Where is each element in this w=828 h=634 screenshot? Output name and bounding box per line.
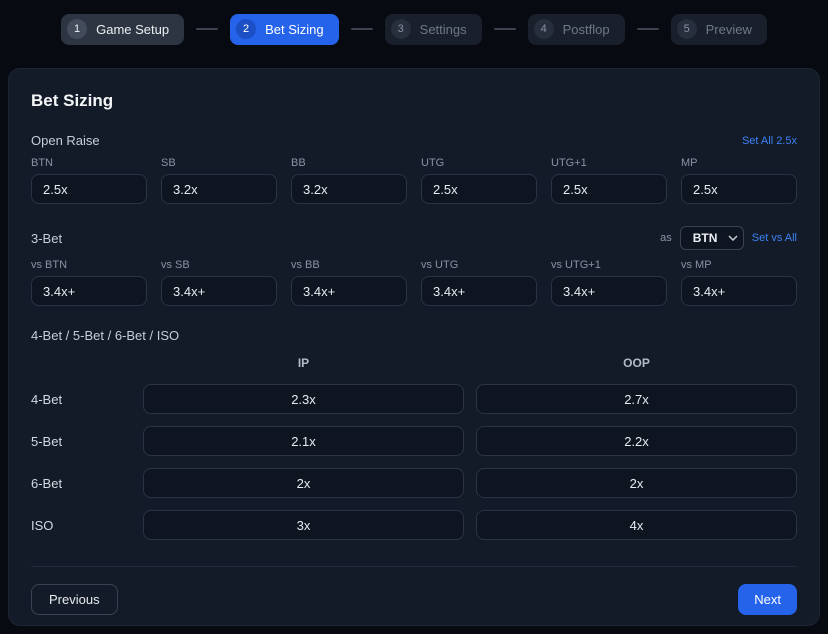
step-settings[interactable]: 3 Settings [385,14,482,45]
open-raise-bb-input[interactable] [291,174,407,204]
open-raise-mp-input[interactable] [681,174,797,204]
row-label-6bet: 6-Bet [31,476,131,491]
iso-oop-input[interactable] [476,510,797,540]
wizard-footer: Previous Next [31,584,797,615]
page-title: Bet Sizing [31,91,797,111]
field-label-utg1: UTG+1 [551,157,667,169]
field-label-vs-utg1: vs UTG+1 [551,259,667,271]
step-game-setup[interactable]: 1 Game Setup [61,14,184,45]
multi-bet-table: IP OOP 4-Bet 5-Bet 6-Bet ISO [31,356,797,540]
step-postflop[interactable]: 4 Postflop [528,14,625,45]
row-label-4bet: 4-Bet [31,392,131,407]
threebet-vs-utg-input[interactable] [421,276,537,306]
field-label-vs-mp: vs MP [681,259,797,271]
three-bet-heading: 3-Bet [31,231,62,246]
fourbet-oop-input[interactable] [476,384,797,414]
threebet-vs-btn-input[interactable] [31,276,147,306]
bet-sizing-panel: Bet Sizing Open Raise Set All 2.5x BTN S… [8,68,820,626]
threebet-vs-utg1-input[interactable] [551,276,667,306]
fivebet-oop-input[interactable] [476,426,797,456]
field-label-utg: UTG [421,157,537,169]
field-label-bb: BB [291,157,407,169]
three-bet-grid: vs BTN vs SB vs BB vs UTG vs UTG+1 vs MP [31,259,797,306]
open-raise-sb-input[interactable] [161,174,277,204]
field-label-mp: MP [681,157,797,169]
step-number-badge: 4 [534,19,554,39]
fourbet-ip-input[interactable] [143,384,464,414]
step-number-badge: 1 [67,19,87,39]
step-label: Bet Sizing [265,22,324,37]
step-number-badge: 5 [677,19,697,39]
field-label-vs-bb: vs BB [291,259,407,271]
step-number-badge: 2 [236,19,256,39]
wizard-stepper: 1 Game Setup 2 Bet Sizing 3 Settings 4 P… [0,0,828,58]
row-label-5bet: 5-Bet [31,434,131,449]
set-vs-all-link[interactable]: Set vs All [752,232,797,244]
threebet-position-select[interactable]: BTN [680,226,744,250]
iso-ip-input[interactable] [143,510,464,540]
sixbet-oop-input[interactable] [476,468,797,498]
as-label: as [660,232,672,244]
footer-divider [31,566,797,567]
field-label-vs-utg: vs UTG [421,259,537,271]
stepper-connector [494,28,516,30]
stepper-connector [196,28,218,30]
step-number-badge: 3 [391,19,411,39]
field-label-vs-btn: vs BTN [31,259,147,271]
previous-button[interactable]: Previous [31,584,118,615]
next-button[interactable]: Next [738,584,797,615]
multi-bet-heading: 4-Bet / 5-Bet / 6-Bet / ISO [31,328,797,343]
stepper-connector [351,28,373,30]
open-raise-utg-input[interactable] [421,174,537,204]
open-raise-grid: BTN SB BB UTG UTG+1 MP [31,157,797,204]
column-header-oop: OOP [476,356,797,372]
step-bet-sizing[interactable]: 2 Bet Sizing [230,14,339,45]
stepper-connector [637,28,659,30]
step-label: Settings [420,22,467,37]
step-label: Game Setup [96,22,169,37]
open-raise-utg1-input[interactable] [551,174,667,204]
row-label-iso: ISO [31,518,131,533]
threebet-vs-mp-input[interactable] [681,276,797,306]
field-label-vs-sb: vs SB [161,259,277,271]
fivebet-ip-input[interactable] [143,426,464,456]
field-label-btn: BTN [31,157,147,169]
step-label: Preview [706,22,752,37]
sixbet-ip-input[interactable] [143,468,464,498]
open-raise-heading: Open Raise [31,133,100,148]
threebet-vs-bb-input[interactable] [291,276,407,306]
step-preview[interactable]: 5 Preview [671,14,767,45]
open-raise-btn-input[interactable] [31,174,147,204]
step-label: Postflop [563,22,610,37]
field-label-sb: SB [161,157,277,169]
column-header-ip: IP [143,356,464,372]
threebet-vs-sb-input[interactable] [161,276,277,306]
set-all-link[interactable]: Set All 2.5x [742,135,797,147]
